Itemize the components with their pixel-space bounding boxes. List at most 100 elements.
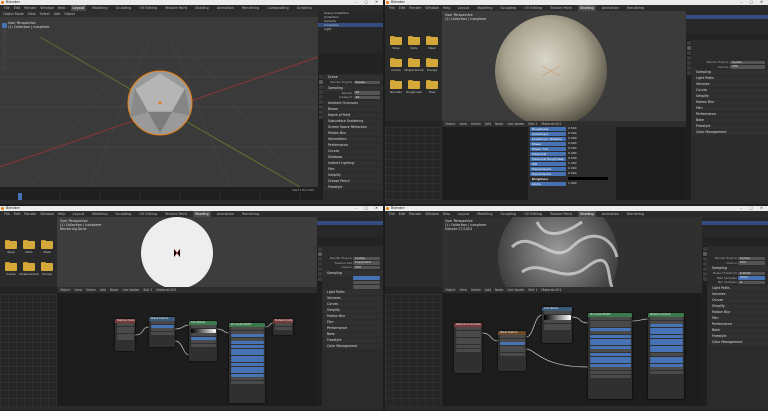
panel-volumes[interactable]: Volumes bbox=[692, 82, 768, 87]
3d-viewport[interactable]: User Perspective (1) Collection | Icosphe… bbox=[442, 217, 702, 287]
world-tab-icon[interactable] bbox=[686, 61, 691, 65]
device-field[interactable]: Device CPU bbox=[692, 65, 768, 70]
rotate-tool-icon[interactable] bbox=[2, 41, 7, 46]
material-tab-icon[interactable] bbox=[318, 115, 323, 119]
node-material-output[interactable]: Material Output bbox=[648, 313, 684, 399]
panel-light-paths[interactable]: Light Paths bbox=[323, 290, 383, 295]
panel-freestyle[interactable]: Freestyle bbox=[323, 338, 383, 343]
render-tab-icon[interactable] bbox=[317, 252, 322, 256]
panel-film[interactable]: Film bbox=[324, 166, 383, 172]
menu-edit[interactable]: Edit bbox=[14, 212, 21, 216]
folder-item[interactable]: Wrap bbox=[4, 239, 18, 254]
panel-simplify[interactable]: Simplify bbox=[324, 172, 383, 178]
tool-tab-icon[interactable] bbox=[702, 247, 707, 251]
panel-color-management[interactable]: Color Management bbox=[692, 130, 768, 135]
node-color-ramp[interactable]: ColorRamp bbox=[189, 321, 217, 361]
folder-item[interactable]: Nulls bbox=[407, 35, 421, 50]
annotate-tool-icon[interactable] bbox=[2, 59, 7, 64]
panel-performance[interactable]: Performance bbox=[324, 142, 383, 148]
object-tab-icon[interactable] bbox=[318, 105, 323, 109]
node-material-output[interactable]: Material Output bbox=[273, 319, 293, 335]
folder-item[interactable]: Tiles bbox=[425, 79, 439, 94]
scene-tab-icon[interactable] bbox=[317, 262, 322, 266]
image-editor[interactable] bbox=[0, 294, 57, 406]
panel-curves[interactable]: Curves bbox=[324, 148, 383, 154]
world-tab-icon[interactable] bbox=[317, 267, 322, 271]
panel-light-paths[interactable]: Light Paths bbox=[708, 285, 768, 291]
menu-edit[interactable]: Edit bbox=[399, 212, 406, 216]
menu-window[interactable]: Window bbox=[425, 212, 438, 216]
menu-window[interactable]: Window bbox=[425, 6, 438, 10]
panel-freestyle[interactable]: Freestyle bbox=[708, 333, 768, 339]
panel-light-paths[interactable]: Light Paths bbox=[692, 76, 768, 81]
material-tab-icon[interactable] bbox=[702, 277, 707, 281]
image-editor[interactable] bbox=[385, 294, 442, 406]
render-tab-icon[interactable] bbox=[686, 46, 691, 50]
panel-freestyle[interactable]: Freestyle bbox=[692, 124, 768, 129]
panel-curves[interactable]: Curves bbox=[323, 302, 383, 307]
panel-bloom[interactable]: Bloom bbox=[324, 106, 383, 112]
node-editor[interactable]: Object View Select Add Node Use Nodes Slot 1 Ma… bbox=[442, 287, 702, 406]
panel-volumes[interactable]: Volumes bbox=[323, 296, 383, 301]
panel-motion-blur[interactable]: Motion Blur bbox=[323, 314, 383, 319]
tool-tab-icon[interactable] bbox=[318, 75, 323, 79]
panel-motion-blur[interactable]: Motion Blur bbox=[324, 130, 383, 136]
menu-edit[interactable]: Edit bbox=[399, 6, 406, 10]
menu-render[interactable]: Render bbox=[409, 212, 421, 216]
3d-viewport[interactable]: Object Mode View Select Add Object User Pers… bbox=[0, 11, 318, 187]
scene-tab-icon[interactable] bbox=[702, 262, 707, 266]
cursor-tool-icon[interactable] bbox=[2, 29, 7, 34]
scene-tab-icon[interactable] bbox=[686, 56, 691, 60]
outliner-row[interactable] bbox=[702, 225, 768, 229]
node-noise-texture[interactable]: Noise Texture bbox=[149, 317, 175, 347]
panel-curves[interactable]: Curves bbox=[708, 297, 768, 303]
panel-simplify[interactable]: Simplify bbox=[323, 308, 383, 313]
outliner-item-light[interactable]: Light bbox=[318, 27, 383, 31]
menu-view[interactable]: View bbox=[28, 12, 36, 16]
menu-window[interactable]: Window bbox=[40, 6, 53, 10]
output-tab-icon[interactable] bbox=[702, 257, 707, 261]
menu-render[interactable]: Render bbox=[24, 6, 36, 10]
measure-tool-icon[interactable] bbox=[2, 65, 7, 70]
panel-curves[interactable]: Curves bbox=[692, 88, 768, 93]
menu-add[interactable]: Add bbox=[54, 12, 60, 16]
move-tool-icon[interactable] bbox=[2, 35, 7, 40]
panel-color-management[interactable]: Color Management bbox=[708, 339, 768, 345]
menu-object[interactable]: Object bbox=[64, 12, 75, 16]
panel-shadows[interactable]: Shadows bbox=[324, 154, 383, 160]
panel-film[interactable]: Film bbox=[692, 106, 768, 111]
folder-item[interactable]: Mask bbox=[40, 239, 54, 254]
material-tab-icon[interactable] bbox=[686, 71, 691, 75]
panel-bake[interactable]: Bake bbox=[323, 332, 383, 337]
folder-item[interactable]: Cracks bbox=[389, 57, 403, 72]
scale-tool-icon[interactable] bbox=[2, 47, 7, 52]
panel-ambient-occlusion[interactable]: Ambient Occlusion bbox=[324, 100, 383, 106]
menu-help[interactable]: Help bbox=[443, 6, 451, 10]
menu-render[interactable]: Render bbox=[24, 212, 36, 216]
folder-item[interactable]: Roughness bbox=[406, 79, 422, 94]
output-tab-icon[interactable] bbox=[318, 85, 323, 89]
menu-select[interactable]: Select bbox=[40, 12, 50, 16]
mode-select[interactable]: Object Mode bbox=[3, 12, 24, 16]
min-samples-field[interactable]: Min Samples 0 bbox=[708, 280, 768, 285]
scene-tab-icon[interactable] bbox=[318, 95, 323, 99]
object-tab-icon[interactable] bbox=[686, 66, 691, 70]
output-tab-icon[interactable] bbox=[317, 257, 322, 261]
tool-tab-icon[interactable] bbox=[686, 41, 691, 45]
panel-bake[interactable]: Bake bbox=[708, 327, 768, 333]
folder-item[interactable]: Wrap bbox=[389, 35, 403, 50]
render-tab-icon[interactable] bbox=[318, 80, 323, 84]
viewport-samples-field[interactable]: Viewport 16 bbox=[324, 95, 383, 100]
node-principled-bsdf[interactable]: Principled BSDF bbox=[229, 323, 265, 403]
panel-sampling[interactable]: Sampling bbox=[692, 70, 768, 75]
outliner-row[interactable] bbox=[686, 19, 768, 23]
menu-file[interactable]: File bbox=[4, 212, 10, 216]
device-field[interactable]: Device CPU bbox=[323, 265, 383, 270]
panel-freestyle[interactable]: Freestyle bbox=[324, 184, 383, 190]
timeline[interactable]: Start 1 End 250 bbox=[0, 187, 318, 200]
panel-performance[interactable]: Performance bbox=[692, 112, 768, 117]
node-texture-coordinate[interactable]: Texture Coordinate bbox=[115, 319, 135, 351]
render-tab-icon[interactable] bbox=[702, 252, 707, 256]
folder-item[interactable]: Mask bbox=[425, 35, 439, 50]
node-texture-coordinate[interactable]: Texture Coordinate bbox=[454, 323, 482, 373]
